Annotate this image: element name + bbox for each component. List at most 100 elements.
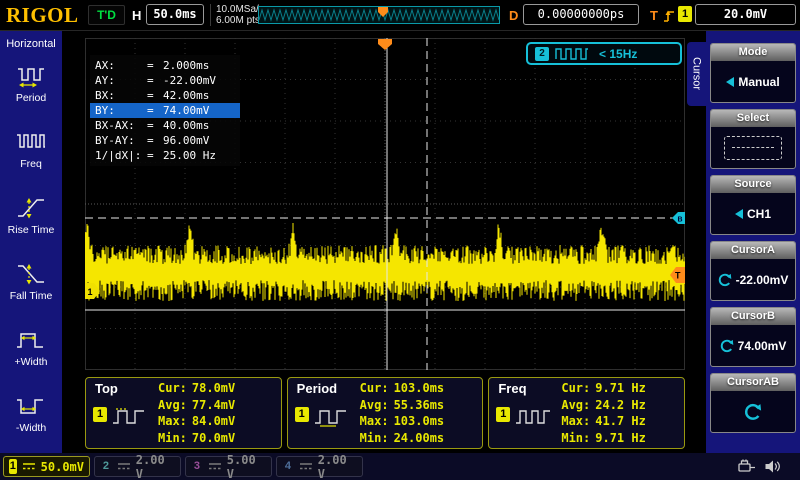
plus-width-icon xyxy=(15,326,47,353)
delay-label: D xyxy=(509,8,518,23)
menu-item-value: -22.00mV xyxy=(736,273,789,287)
channel-number-badge: 3 xyxy=(191,459,203,474)
menu-item-cursor-ab[interactable]: CursorAB xyxy=(710,373,796,433)
horizontal-label: H xyxy=(132,8,141,23)
sidebar-item-minus-width[interactable]: -Width xyxy=(0,380,62,446)
period-measure-icon xyxy=(313,405,351,427)
menu-item-header: CursorB xyxy=(711,308,795,325)
oscilloscope-screen: RIGOL T'D H 50.0ms 10.0MSa/s 6.00M pts D… xyxy=(0,0,800,480)
readout-row-inv-dx: 1/|dX|:=25.00 Hz xyxy=(90,148,240,163)
sidebar-item-label: +Width xyxy=(15,356,48,368)
sidebar-item-period[interactable]: Period xyxy=(0,50,62,116)
ch1-waveform xyxy=(85,223,685,301)
speaker-icon[interactable] xyxy=(764,459,781,474)
channel-scale: 2.00 V xyxy=(318,453,357,480)
readout-row-byay: BY-AY:=96.00mV xyxy=(90,133,240,148)
menu-item-value: 74.00mV xyxy=(738,339,787,353)
trigger-label: T xyxy=(650,8,658,23)
menu-item-cursor-b[interactable]: CursorB 74.00mV xyxy=(710,307,796,367)
rigol-logo: RIGOL xyxy=(6,3,79,28)
channel-scale: 50.0mV xyxy=(41,460,84,474)
coupling-icon xyxy=(208,462,222,471)
measure-panel-top: Top 1 Cur:78.0mV Avg:77.4mV Max:84.0mV M… xyxy=(85,377,282,449)
timebase-value[interactable]: 50.0ms xyxy=(146,4,204,25)
menu-item-header: Mode xyxy=(711,44,795,61)
usb-icon xyxy=(737,459,757,474)
readout-row-ay: AY:=-22.00mV xyxy=(90,73,240,88)
menu-item-header: CursorAB xyxy=(711,374,795,391)
knob-rotate-icon xyxy=(718,273,732,287)
channel-number-badge: 4 xyxy=(282,459,294,474)
trigger-level-value[interactable]: 20.0mV xyxy=(695,4,796,25)
minus-width-icon xyxy=(15,392,47,419)
waveform-display-area: 1 T B AX:=2.000ms AY:=-22.00mV BX:=42.00… xyxy=(62,31,688,453)
ch1-marker-label: 1 xyxy=(88,287,93,297)
panel-title: Period xyxy=(297,381,337,396)
channel-number-badge: 2 xyxy=(100,459,112,474)
freq-measure-icon xyxy=(514,405,552,427)
channel-status-bar: 1 50.0mV 2 2.00 V 3 5.00 V 4 xyxy=(0,453,800,480)
readout-row-bxax: BX-AX:=40.00ms xyxy=(90,118,240,133)
square-wave-icon xyxy=(555,47,589,60)
sidebar-item-label: -Width xyxy=(16,422,46,434)
measure-panel-period: Period 1 Cur:103.0ms Avg:55.36ms Max:103… xyxy=(287,377,484,449)
channel-3-status[interactable]: 3 5.00 V xyxy=(185,456,272,477)
trigger-position-marker[interactable] xyxy=(378,39,392,50)
readout-row-ax: AX:=2.000ms xyxy=(90,58,240,73)
panel-channel-badge: 1 xyxy=(93,407,107,422)
panel-channel-badge: 1 xyxy=(295,407,309,422)
horizontal-position-strip[interactable] xyxy=(258,6,500,24)
menu-item-select[interactable]: Select xyxy=(710,109,796,169)
knob-rotate-icon xyxy=(720,339,734,353)
measure-sidebar: Horizontal Period Freq Rise Tim xyxy=(0,31,62,453)
menu-item-value: Manual xyxy=(738,75,779,89)
acquisition-info: 10.0MSa/s 6.00M pts xyxy=(210,4,264,26)
channel-2-status[interactable]: 2 2.00 V xyxy=(94,456,181,477)
panel-title: Freq xyxy=(498,381,526,396)
menu-item-header: CursorA xyxy=(711,242,795,259)
sidebar-item-plus-width[interactable]: +Width xyxy=(0,314,62,380)
menu-tab-cursor[interactable]: Cursor xyxy=(687,42,706,106)
trigger-status-badge: T'D xyxy=(88,5,125,25)
top-status-bar: RIGOL T'D H 50.0ms 10.0MSa/s 6.00M pts D… xyxy=(0,0,800,31)
sidebar-item-label: Period xyxy=(16,92,46,104)
freq-icon xyxy=(15,128,47,155)
channel-1-status[interactable]: 1 50.0mV xyxy=(3,456,90,477)
top-measure-icon xyxy=(111,405,149,427)
trigger-marker-label: T xyxy=(675,271,681,281)
panel-channel-badge: 1 xyxy=(496,407,510,422)
measurement-panels: Top 1 Cur:78.0mV Avg:77.4mV Max:84.0mV M… xyxy=(85,377,685,449)
memory-depth: 6.00M pts xyxy=(216,15,264,26)
menu-item-mode[interactable]: Mode Manual xyxy=(710,43,796,103)
fall-time-icon xyxy=(15,260,47,287)
channel-4-status[interactable]: 4 2.00 V xyxy=(276,456,363,477)
panel-values: Cur:78.0mV Avg:77.4mV Max:84.0mV Min:70.… xyxy=(158,381,235,447)
channel-scale: 2.00 V xyxy=(136,453,175,480)
channel-scale: 5.00 V xyxy=(227,453,266,480)
sidebar-item-freq[interactable]: Freq xyxy=(0,116,62,182)
menu-item-value: CH1 xyxy=(747,207,771,221)
sidebar-title: Horizontal xyxy=(0,31,62,50)
cursor-line-select-icon xyxy=(724,136,782,160)
cursor-readout-panel: AX:=2.000ms AY:=-22.00mV BX:=42.00ms BY:… xyxy=(90,55,240,166)
coupling-icon xyxy=(22,462,36,471)
menu-item-source[interactable]: Source CH1 xyxy=(710,175,796,235)
sidebar-item-label: Freq xyxy=(20,158,42,170)
sidebar-item-rise-time[interactable]: Rise Time xyxy=(0,182,62,248)
delay-value[interactable]: 0.00000000ps xyxy=(523,4,639,25)
freq-counter-value: < 15Hz xyxy=(599,47,637,61)
menu-item-header: Source xyxy=(711,176,795,193)
menu-item-cursor-a[interactable]: CursorA -22.00mV xyxy=(710,241,796,301)
readout-row-bx: BX:=42.00ms xyxy=(90,88,240,103)
coupling-icon xyxy=(299,462,313,471)
knob-rotate-icon xyxy=(744,403,762,421)
sample-rate: 10.0MSa/s xyxy=(216,4,264,15)
sidebar-item-label: Fall Time xyxy=(10,290,53,302)
panel-values: Cur:103.0ms Avg:55.36ms Max:103.0ms Min:… xyxy=(360,381,444,447)
sidebar-item-fall-time[interactable]: Fall Time xyxy=(0,248,62,314)
rise-time-icon xyxy=(15,194,47,221)
trigger-slope-icon xyxy=(662,7,676,24)
trigger-source-badge[interactable]: 1 xyxy=(678,6,692,22)
softkey-menu-panel: Mode Manual Select Source CH1 CursorA xyxy=(706,31,800,453)
frequency-counter-badge: 2 < 15Hz xyxy=(526,42,682,65)
